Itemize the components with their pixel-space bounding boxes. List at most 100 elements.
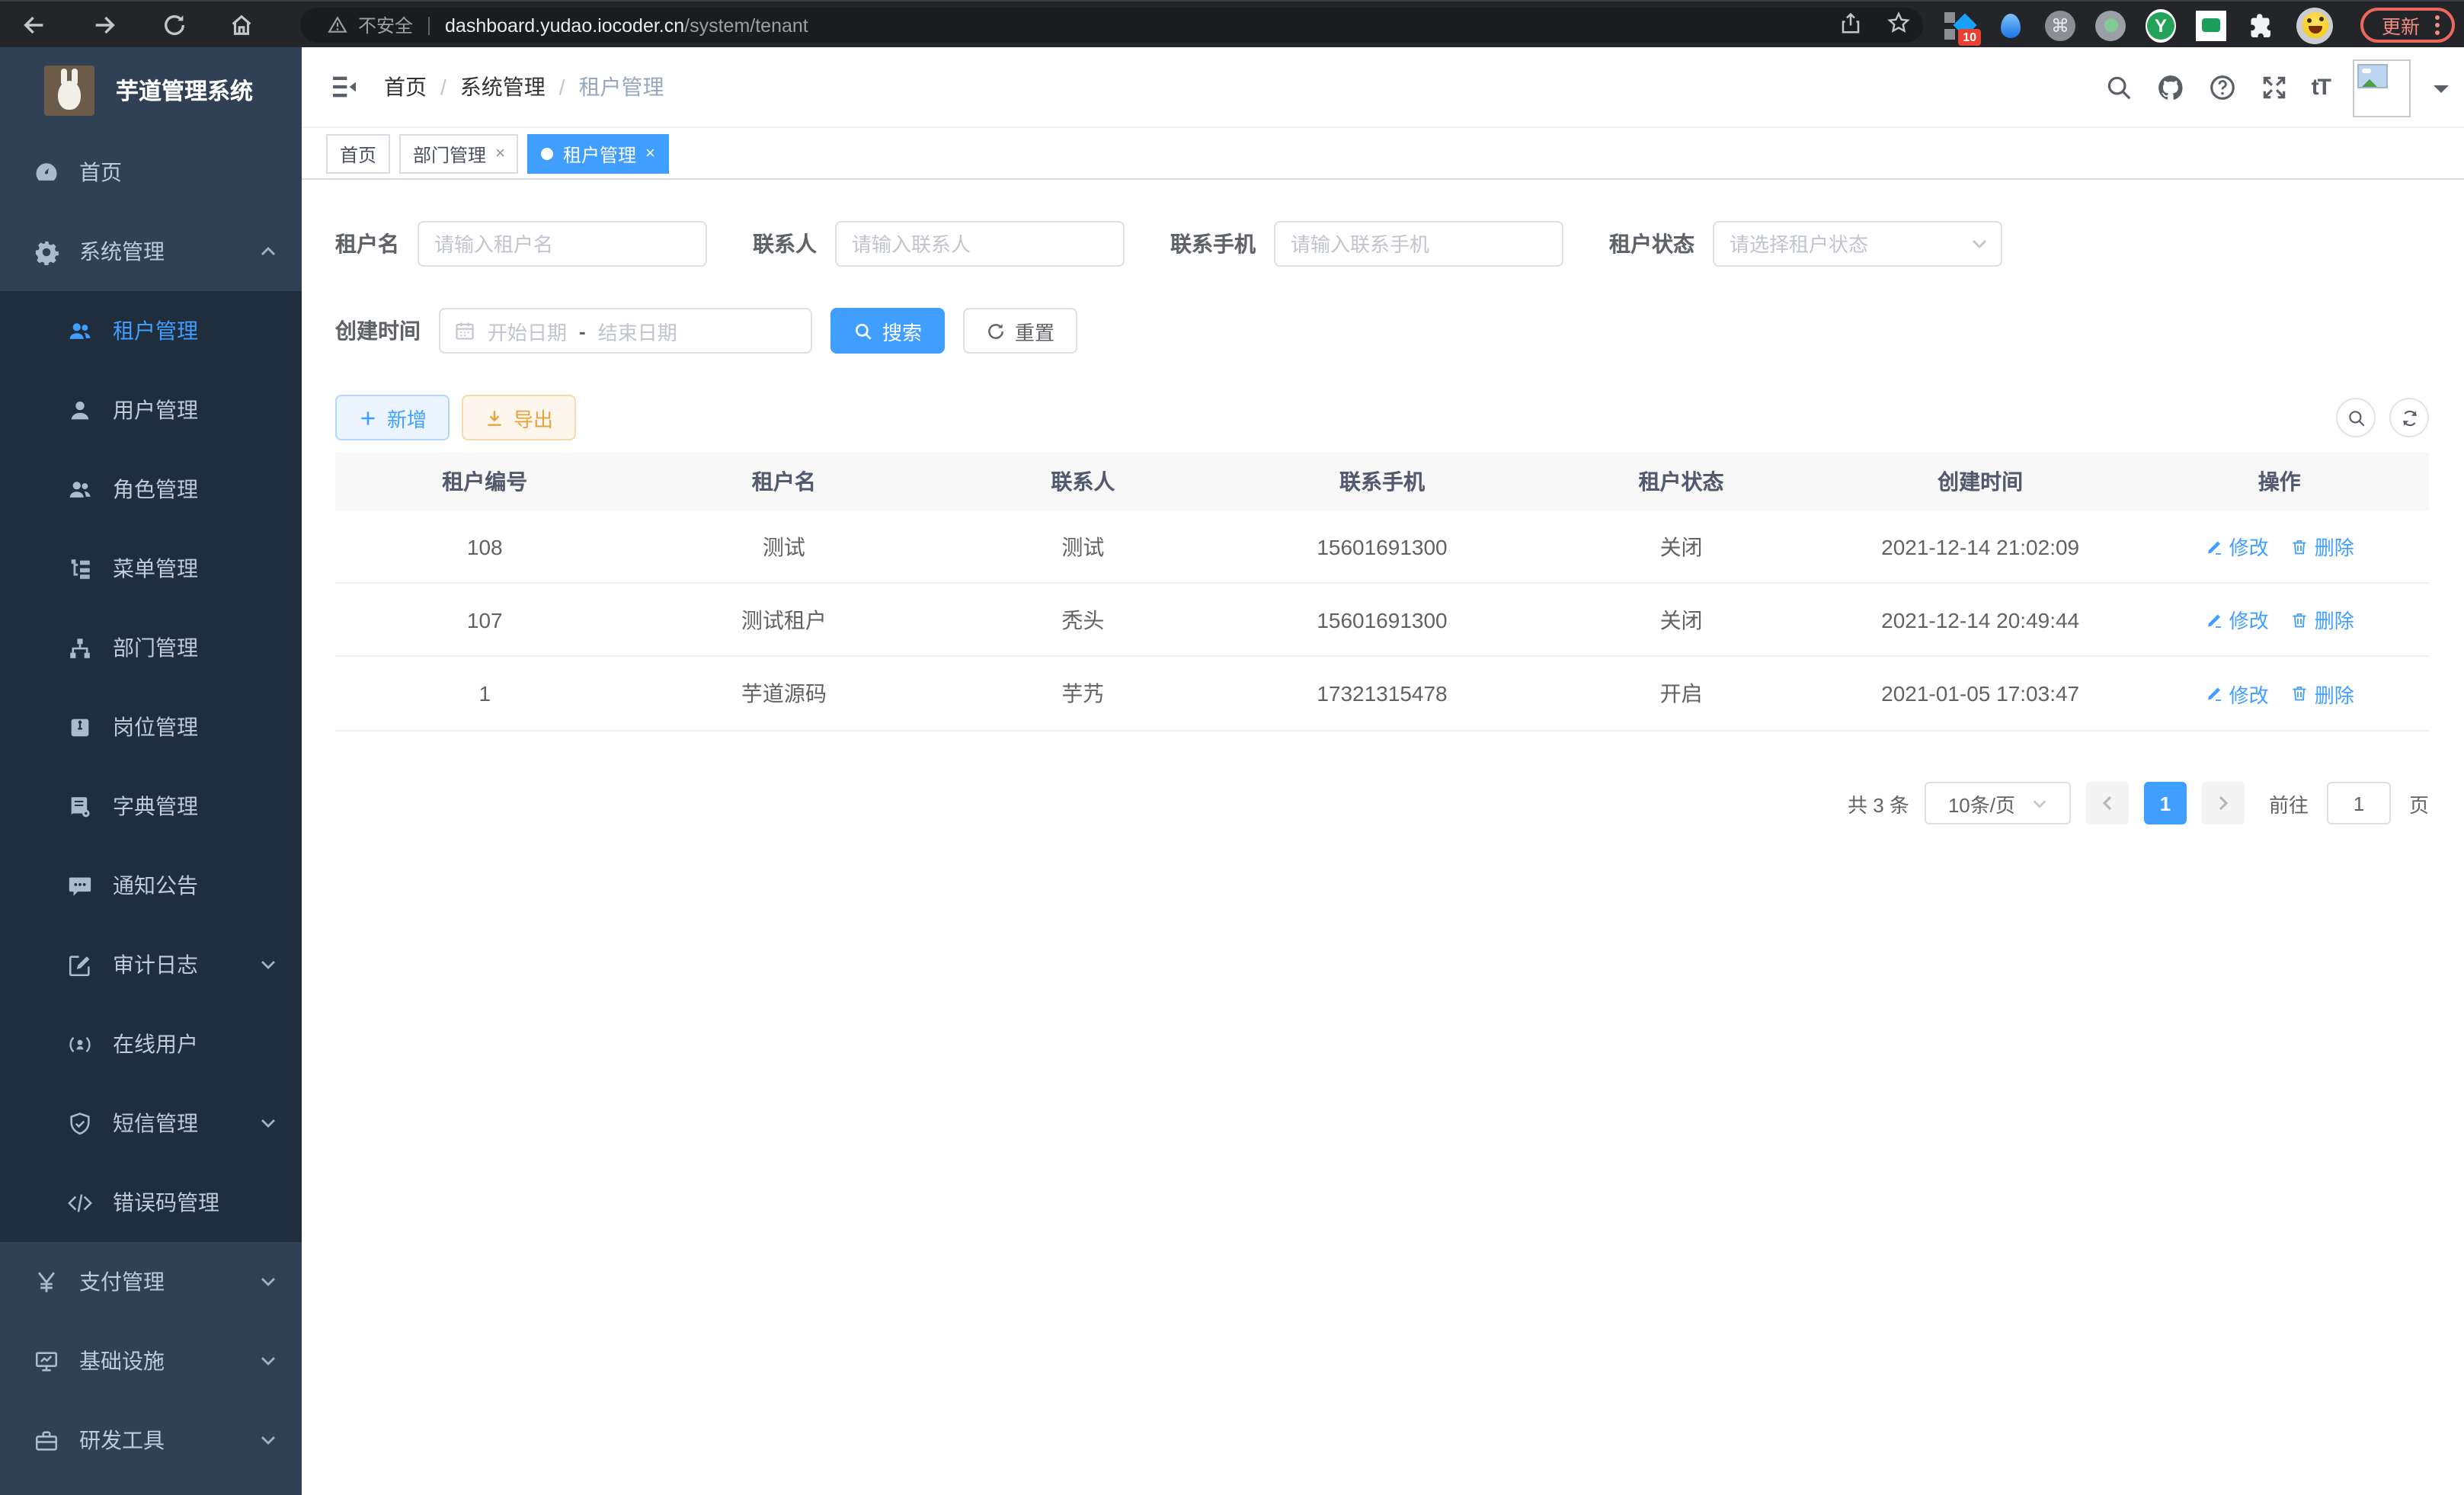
badge-icon xyxy=(67,714,93,740)
search-button-label: 搜索 xyxy=(882,316,922,345)
cell-actions: 修改 删除 xyxy=(2130,605,2429,634)
sidebar-item-tenant[interactable]: 租户管理 xyxy=(0,291,302,370)
sidebar-item-dept[interactable]: 部门管理 xyxy=(0,608,302,687)
sidebar-item-notice[interactable]: 通知公告 xyxy=(0,846,302,925)
sidebar-item-tools[interactable]: 研发工具 xyxy=(0,1401,302,1480)
start-date-placeholder[interactable]: 开始日期 xyxy=(488,316,567,345)
page-number-button[interactable]: 1 xyxy=(2144,782,2187,824)
end-date-placeholder[interactable]: 结束日期 xyxy=(598,316,677,345)
not-secure-warning-icon xyxy=(328,15,347,35)
edit-link[interactable]: 修改 xyxy=(2205,605,2269,634)
tab-tenant-active[interactable]: 租户管理 × xyxy=(528,134,669,174)
extension-badge: 10 xyxy=(1958,28,1981,45)
sidebar-item-menu[interactable]: 菜单管理 xyxy=(0,529,302,608)
sidebar-item-role[interactable]: 角色管理 xyxy=(0,450,302,529)
extension-command-icon[interactable]: ⌘ xyxy=(2045,10,2075,40)
tab-home[interactable]: 首页 xyxy=(326,134,390,174)
cell-contact: 测试 xyxy=(933,531,1233,562)
tab-label: 租户管理 xyxy=(563,141,636,167)
help-icon[interactable] xyxy=(2208,73,2237,102)
sidebar-item-home[interactable]: 首页 xyxy=(0,133,302,212)
github-icon[interactable] xyxy=(2156,73,2185,102)
breadcrumb-item[interactable]: 首页 xyxy=(384,72,427,102)
col-header: 租户编号 xyxy=(335,466,635,497)
filter-row-1: 租户名 联系人 联系手机 租户状态 xyxy=(335,221,2429,267)
tree-list-icon xyxy=(67,555,93,581)
delete-link[interactable]: 删除 xyxy=(2290,532,2354,561)
edit-link[interactable]: 修改 xyxy=(2205,679,2269,708)
refresh-table-button[interactable] xyxy=(2389,398,2429,437)
col-header: 租户名 xyxy=(635,466,934,497)
reset-button[interactable]: 重置 xyxy=(963,308,1077,354)
breadcrumb-separator: / xyxy=(559,75,565,99)
tenant-name-input[interactable] xyxy=(418,221,707,267)
date-range-picker[interactable]: 开始日期 - 结束日期 xyxy=(439,308,812,354)
delete-link[interactable]: 删除 xyxy=(2290,605,2354,634)
fullscreen-icon[interactable] xyxy=(2260,73,2289,102)
chevron-down-icon xyxy=(259,1114,277,1132)
avatar-caret-icon[interactable] xyxy=(2434,85,2449,100)
contact-input[interactable] xyxy=(835,221,1125,267)
back-icon[interactable] xyxy=(21,12,47,38)
search-icon[interactable] xyxy=(2104,73,2133,102)
url-bar[interactable]: 不安全 dashboard.yudao.iocoder.cn/system/te… xyxy=(300,8,1923,43)
extension-tabs-icon[interactable]: 10 xyxy=(1944,10,1975,40)
extension-y-icon[interactable]: Y xyxy=(2146,10,2176,40)
tab-close-icon[interactable]: × xyxy=(645,145,655,163)
goto-page-input[interactable] xyxy=(2327,782,2391,824)
sidebar-item-user[interactable]: 用户管理 xyxy=(0,370,302,450)
tab-close-icon[interactable]: × xyxy=(495,145,505,163)
export-button[interactable]: 导出 xyxy=(462,395,576,440)
tab-dept[interactable]: 部门管理 × xyxy=(399,134,519,174)
sidebar-logo[interactable]: 芋道管理系统 xyxy=(0,47,302,133)
bookmark-star-icon[interactable] xyxy=(1886,11,1911,35)
sidebar-item-infra[interactable]: 基础设施 xyxy=(0,1321,302,1401)
chrome-menu-icon[interactable] xyxy=(2435,15,2440,35)
prev-page-button[interactable] xyxy=(2086,782,2129,824)
sidebar-item-post[interactable]: 岗位管理 xyxy=(0,687,302,767)
reload-icon[interactable] xyxy=(162,12,187,38)
filter-label: 创建时间 xyxy=(335,315,421,346)
tab-label: 部门管理 xyxy=(413,141,486,167)
extension-recorder-icon[interactable] xyxy=(2095,10,2126,40)
sidebar-item-audit[interactable]: 审计日志 xyxy=(0,925,302,1004)
chrome-update-button[interactable]: 更新 xyxy=(2360,8,2455,43)
font-size-icon[interactable]: tT xyxy=(2312,75,2330,101)
delete-link[interactable]: 删除 xyxy=(2290,679,2354,708)
logo-image xyxy=(44,65,94,115)
user-avatar[interactable] xyxy=(2353,59,2411,117)
extension-chat-icon[interactable] xyxy=(2196,10,2226,40)
home-icon[interactable] xyxy=(229,12,254,38)
share-icon[interactable] xyxy=(1839,11,1862,34)
forward-icon[interactable] xyxy=(91,12,117,38)
breadcrumb-item[interactable]: 系统管理 xyxy=(460,72,546,102)
breadcrumb: 首页 / 系统管理 / 租户管理 xyxy=(384,72,664,102)
delete-label: 删除 xyxy=(2315,605,2354,634)
next-page-button[interactable] xyxy=(2202,782,2245,824)
sidebar-item-system[interactable]: 系统管理 xyxy=(0,212,302,291)
show-search-toggle-button[interactable] xyxy=(2336,398,2376,437)
sidebar-fold-icon[interactable] xyxy=(329,72,360,102)
mobile-input[interactable] xyxy=(1274,221,1563,267)
extensions-puzzle-icon[interactable] xyxy=(2246,10,2277,40)
sidebar-item-label: 研发工具 xyxy=(79,1425,259,1455)
page-size-select[interactable]: 10条/页 xyxy=(1925,782,2071,824)
sidebar-item-label: 短信管理 xyxy=(113,1108,259,1138)
status-select[interactable] xyxy=(1713,221,2002,267)
edit-link[interactable]: 修改 xyxy=(2205,532,2269,561)
sidebar-item-dict[interactable]: 字典管理 xyxy=(0,767,302,846)
search-button[interactable]: 搜索 xyxy=(830,308,945,354)
sidebar-item-online[interactable]: 在线用户 xyxy=(0,1004,302,1084)
audit-log-icon xyxy=(67,952,93,978)
cell-status: 关闭 xyxy=(1531,531,1831,562)
sidebar-item-errcode[interactable]: 错误码管理 xyxy=(0,1163,302,1242)
profile-avatar-icon[interactable] xyxy=(2296,7,2333,43)
add-button[interactable]: 新增 xyxy=(335,395,450,440)
status-select-input[interactable] xyxy=(1713,221,2002,267)
trash-icon xyxy=(2290,610,2309,629)
extension-balloon-icon[interactable] xyxy=(1995,10,2025,40)
sidebar-item-sms[interactable]: 短信管理 xyxy=(0,1084,302,1163)
sidebar-item-pay[interactable]: 支付管理 xyxy=(0,1242,302,1321)
col-header: 联系人 xyxy=(933,466,1233,497)
security-label[interactable]: 不安全 xyxy=(358,12,413,38)
